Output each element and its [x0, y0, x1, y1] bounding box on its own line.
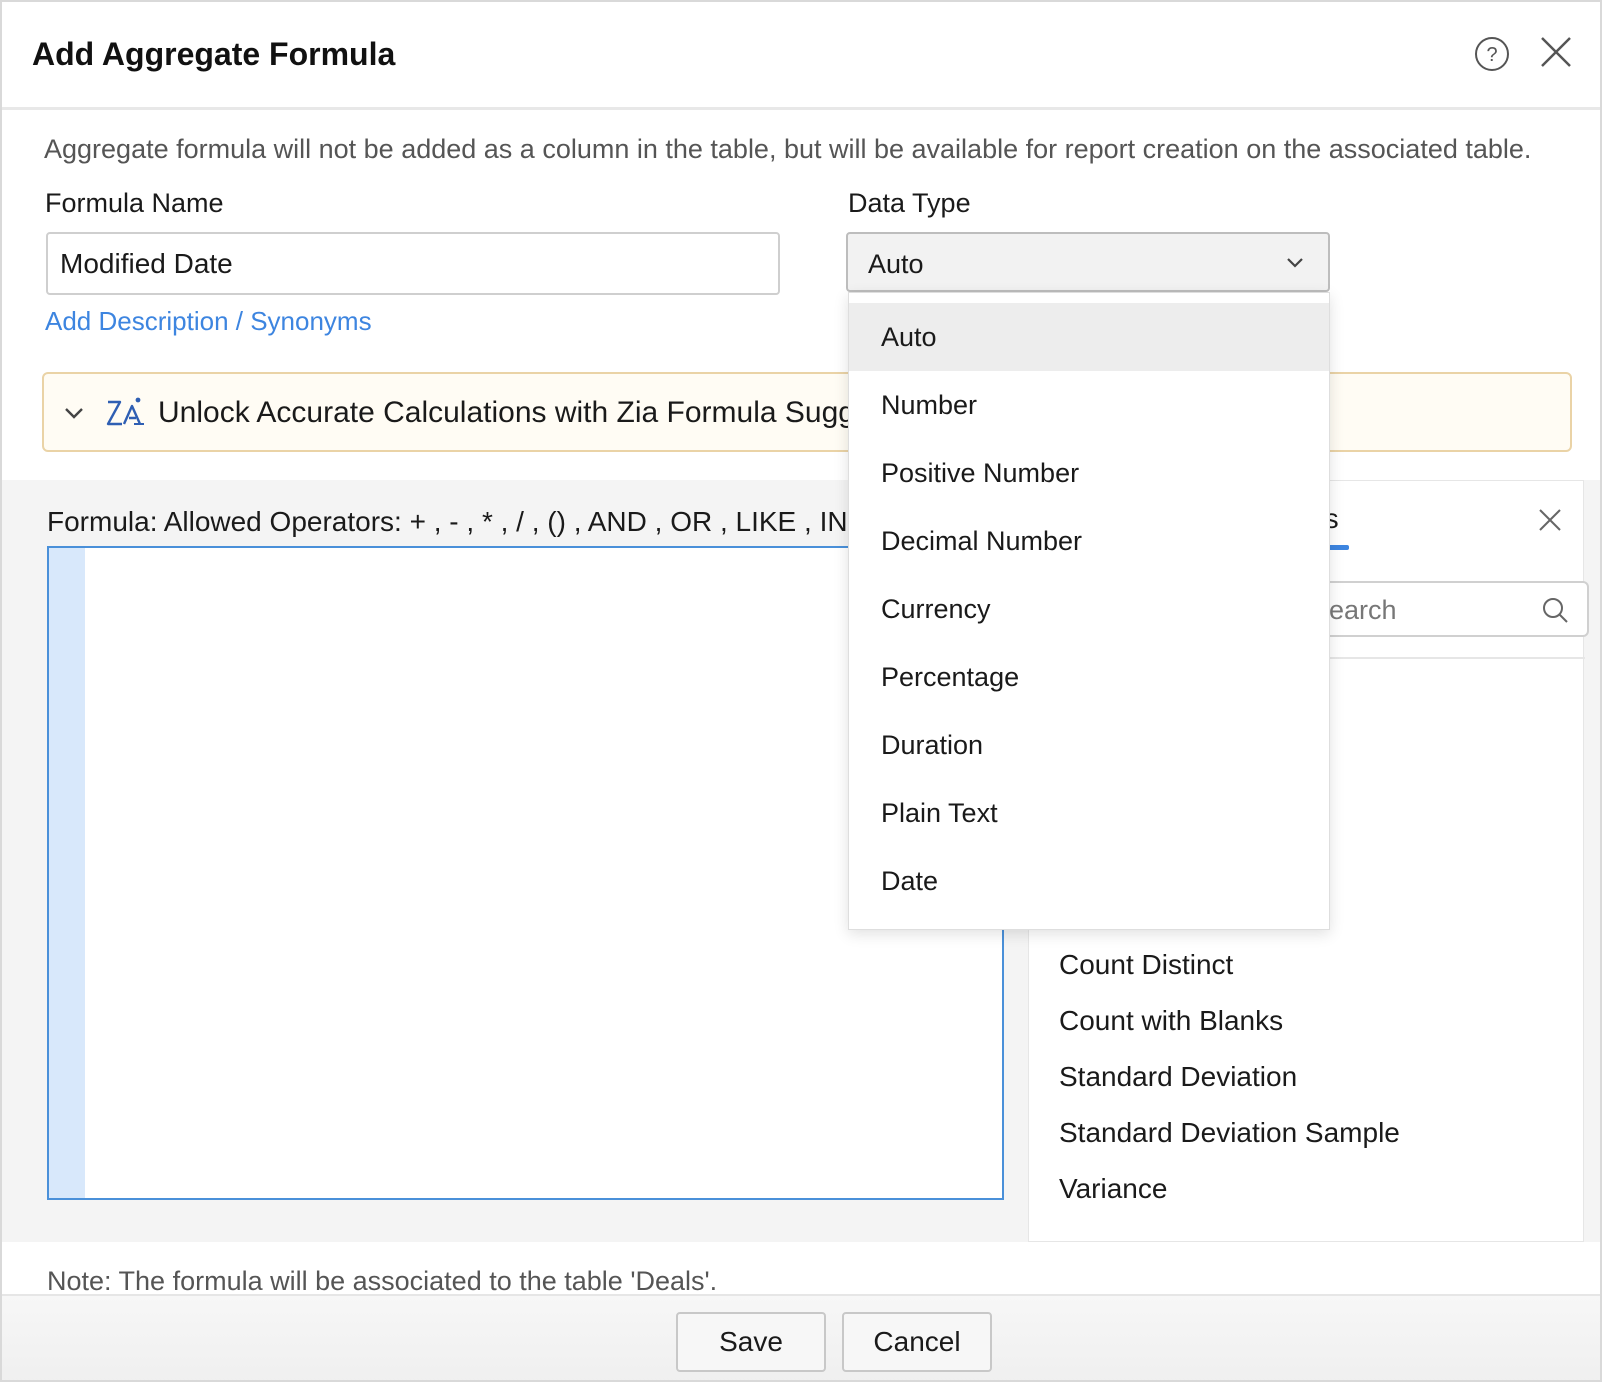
table-association-note: Note: The formula will be associated to … [47, 1266, 718, 1296]
data-type-option[interactable]: Positive Number [849, 439, 1329, 507]
expand-chevron-icon[interactable] [62, 401, 86, 425]
zia-icon [106, 397, 144, 426]
zia-suggestion-text: Unlock Accurate Calculations with Zia Fo… [158, 396, 872, 429]
cancel-button[interactable]: Cancel [842, 1312, 992, 1372]
chevron-down-icon [1287, 258, 1303, 268]
svg-text:?: ? [1486, 44, 1497, 66]
function-item[interactable]: Variance [1059, 1161, 1400, 1217]
function-list: Count Count Distinct Count with Blanks S… [1059, 881, 1400, 1217]
formula-name-input[interactable] [46, 232, 780, 295]
help-icon[interactable]: ? [1474, 36, 1510, 72]
editor-line-gutter [49, 548, 85, 1198]
formula-operators-label: Formula: Allowed Operators: + , - , * , … [47, 506, 848, 537]
add-description-link[interactable]: Add Description / Synonyms [45, 306, 372, 337]
panel-close-icon[interactable] [1537, 507, 1563, 533]
function-item[interactable]: Count Distinct [1059, 937, 1400, 993]
data-type-option[interactable]: Currency [849, 575, 1329, 643]
close-icon[interactable] [1538, 34, 1574, 70]
dialog-header: Add Aggregate Formula ? [2, 2, 1600, 110]
data-type-option[interactable]: Plain Text [849, 779, 1329, 847]
dialog-footer: Save Cancel [2, 1294, 1600, 1380]
dialog-title: Add Aggregate Formula [32, 36, 396, 72]
function-search-input[interactable]: Search [1295, 581, 1589, 637]
save-button[interactable]: Save [676, 1312, 826, 1372]
data-type-option[interactable]: Decimal Number [849, 507, 1329, 575]
data-type-option[interactable]: Duration [849, 711, 1329, 779]
add-aggregate-formula-dialog: Add Aggregate Formula ? Aggregate formul… [0, 0, 1602, 1382]
data-type-select[interactable]: Auto [846, 232, 1330, 292]
data-type-option[interactable]: Date [849, 847, 1329, 915]
function-item[interactable]: Standard Deviation [1059, 1049, 1400, 1105]
data-type-dropdown: Auto Number Positive Number Decimal Numb… [848, 292, 1330, 930]
data-type-option[interactable]: Percentage [849, 643, 1329, 711]
function-item[interactable]: Count with Blanks [1059, 993, 1400, 1049]
formula-name-label: Formula Name [45, 188, 224, 218]
zia-suggestion-bar[interactable]: Unlock Accurate Calculations with Zia Fo… [42, 372, 1572, 452]
data-type-option[interactable]: Auto [849, 303, 1329, 371]
data-type-selected-value: Auto [868, 249, 924, 279]
function-item[interactable]: Standard Deviation Sample [1059, 1105, 1400, 1161]
info-text: Aggregate formula will not be added as a… [44, 134, 1532, 164]
data-type-label: Data Type [848, 188, 971, 218]
data-type-option[interactable]: Number [849, 371, 1329, 439]
search-icon[interactable] [1541, 596, 1569, 624]
